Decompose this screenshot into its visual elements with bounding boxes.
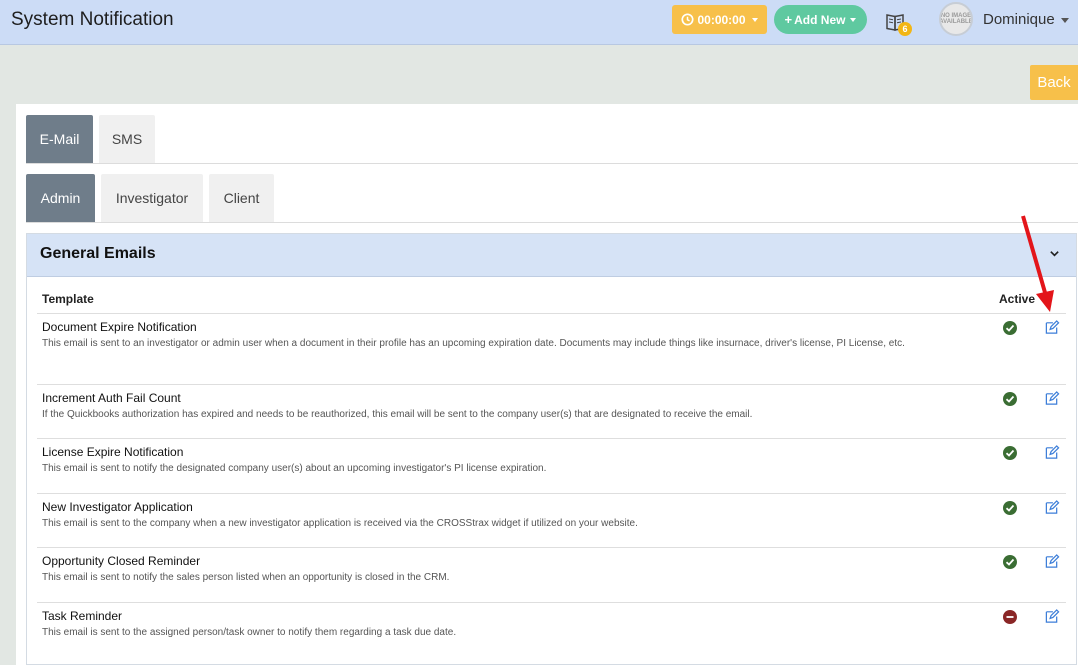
active-check-icon <box>1003 501 1017 515</box>
table-row: Opportunity Closed Reminder This email i… <box>37 547 1066 602</box>
clock-icon <box>681 13 695 26</box>
table-row: License Expire Notification This email i… <box>37 438 1066 493</box>
email-template-list: Document Expire Notification This email … <box>37 313 1066 657</box>
card-header[interactable]: General Emails <box>27 234 1076 277</box>
back-button[interactable]: Back <box>1030 65 1078 100</box>
active-check-icon <box>1003 446 1017 460</box>
chevron-down-icon[interactable] <box>1061 18 1069 23</box>
notification-badge: 6 <box>898 22 912 36</box>
tab-investigator[interactable]: Investigator <box>101 174 203 222</box>
active-check-icon <box>1003 392 1017 406</box>
template-name: Opportunity Closed Reminder <box>42 554 201 568</box>
active-check-icon <box>1003 555 1017 569</box>
plus-icon: + <box>784 12 793 27</box>
template-name: License Expire Notification <box>42 445 184 459</box>
add-new-button[interactable]: + Add New <box>774 5 867 34</box>
template-name: Document Expire Notification <box>42 320 197 334</box>
edit-icon[interactable] <box>1044 320 1060 335</box>
tab-client[interactable]: Client <box>209 174 274 222</box>
channel-tabs: E-Mail SMS <box>26 115 1078 164</box>
timer-button[interactable]: 00:00:00 <box>672 5 767 34</box>
minus-glyph <box>1006 616 1014 618</box>
tab-email[interactable]: E-Mail <box>26 115 93 163</box>
check-glyph <box>1005 504 1015 512</box>
template-description: This email is sent to an investigator or… <box>42 338 905 349</box>
chevron-down-icon <box>850 17 857 22</box>
template-name: New Investigator Application <box>42 500 193 514</box>
template-description: This email is sent to the company when a… <box>42 518 638 529</box>
avatar[interactable]: NO IMAGE AVAILABLE <box>939 2 973 36</box>
check-glyph <box>1005 395 1015 403</box>
check-glyph <box>1005 324 1015 332</box>
table-row: Task Reminder This email is sent to the … <box>37 602 1066 657</box>
edit-icon[interactable] <box>1044 609 1060 624</box>
edit-icon[interactable] <box>1044 445 1060 460</box>
add-new-label: Add New <box>794 12 846 27</box>
user-name[interactable]: Dominique <box>983 11 1055 28</box>
table-row: Increment Auth Fail Count If the Quickbo… <box>37 384 1066 438</box>
timer-value: 00:00:00 <box>697 12 746 27</box>
chevron-down-icon <box>751 17 758 22</box>
tab-sms[interactable]: SMS <box>99 115 155 163</box>
page-title: System Notification <box>11 9 174 30</box>
table-row: Document Expire Notification This email … <box>37 313 1066 384</box>
annotation-arrow-icon <box>1021 215 1054 312</box>
tab-admin[interactable]: Admin <box>26 174 95 222</box>
template-description: This email is sent to notify the designa… <box>42 463 547 474</box>
table-row: New Investigator Application This email … <box>37 493 1066 547</box>
edit-icon[interactable] <box>1044 500 1060 515</box>
column-header-template: Template <box>42 292 94 306</box>
edit-icon[interactable] <box>1044 554 1060 569</box>
active-check-icon <box>1003 321 1017 335</box>
edit-icon[interactable] <box>1044 391 1060 406</box>
check-glyph <box>1005 558 1015 566</box>
template-description: This email is sent to the assigned perso… <box>42 627 457 638</box>
template-description: This email is sent to notify the sales p… <box>42 572 450 583</box>
template-name: Increment Auth Fail Count <box>42 391 181 405</box>
section-title: General Emails <box>40 245 156 262</box>
top-bar: System Notification 00:00:00 + Add New 6… <box>0 0 1078 45</box>
inactive-minus-icon <box>1003 610 1017 624</box>
audience-tabs: Admin Investigator Client <box>26 174 1078 223</box>
template-description: If the Quickbooks authorization has expi… <box>42 409 753 420</box>
template-name: Task Reminder <box>42 609 123 623</box>
check-glyph <box>1005 449 1015 457</box>
